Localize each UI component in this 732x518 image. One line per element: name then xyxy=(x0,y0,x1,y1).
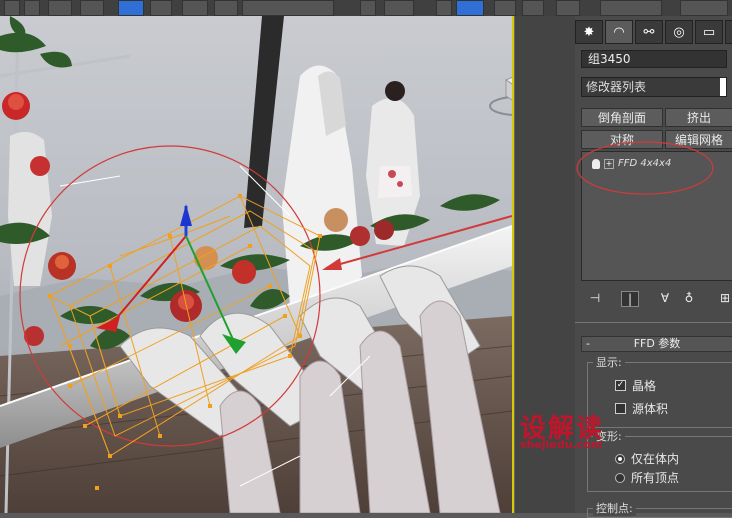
radio-selected-icon xyxy=(615,453,625,464)
checkbox-unchecked-icon xyxy=(615,403,626,414)
display-group-label: 显示: xyxy=(593,354,625,370)
panel-separator xyxy=(575,322,732,323)
only-in-volume-label: 仅在体内 xyxy=(631,452,680,466)
all-vertices-label: 所有顶点 xyxy=(631,471,680,485)
create-tab-icon[interactable]: ✸ xyxy=(575,20,603,44)
display-group xyxy=(587,362,732,428)
extrude-button[interactable]: 挤出 xyxy=(665,108,732,127)
all-vertices-radio[interactable]: 所有顶点 xyxy=(615,469,679,486)
layer-button[interactable] xyxy=(494,0,516,16)
radio-unselected-icon xyxy=(615,472,625,483)
scene-render xyxy=(0,16,512,513)
show-end-result-icon[interactable]: | xyxy=(621,291,639,307)
cursor-icon[interactable] xyxy=(24,0,40,16)
rotate-tool-button[interactable] xyxy=(150,0,172,16)
move-tool-button[interactable] xyxy=(118,0,144,16)
select-tool-button[interactable] xyxy=(4,0,20,16)
site-watermark: 设解读 shejiedu.com xyxy=(520,408,604,451)
configure-sets-icon[interactable]: ⊞ xyxy=(717,291,732,305)
snap-button[interactable] xyxy=(360,0,376,16)
display-tab-icon[interactable]: ▭ xyxy=(695,20,723,44)
ffd-params-rollout-title[interactable]: - FFD 参数 xyxy=(581,336,732,352)
control-points-group-label: 控制点: xyxy=(593,500,636,516)
stack-toolbar: ⊣ | ∀ ♁ ⊞ xyxy=(575,288,732,310)
selection-set-field[interactable] xyxy=(242,0,334,16)
main-toolbar xyxy=(0,0,732,17)
source-volume-checkbox[interactable]: 源体积 xyxy=(615,400,668,417)
watermark-url: shejiedu.com xyxy=(520,438,603,451)
rollout-title-label: FFD 参数 xyxy=(633,337,681,350)
object-name-field[interactable]: 组3450 xyxy=(581,50,727,68)
chevron-down-icon xyxy=(720,78,726,96)
modify-tab-icon[interactable]: ◠ xyxy=(605,20,633,44)
utilities-tab-icon[interactable]: ✎ xyxy=(725,20,732,44)
rect-select-button[interactable] xyxy=(48,0,72,16)
checkbox-checked-icon: ✓ xyxy=(615,380,626,391)
only-in-volume-radio[interactable]: 仅在体内 xyxy=(615,450,679,467)
pin-stack-icon[interactable]: ⊣ xyxy=(587,291,603,305)
window-crossing-button[interactable] xyxy=(80,0,104,16)
mirror-button[interactable] xyxy=(384,0,414,16)
make-unique-icon[interactable]: ∀ xyxy=(657,291,673,305)
modifier-list-label: 修改器列表 xyxy=(586,80,647,94)
render-setup-button[interactable] xyxy=(600,0,662,16)
lattice-label: 晶格 xyxy=(632,379,657,393)
hierarchy-tab-icon[interactable]: ⚯ xyxy=(635,20,663,44)
ref-coord-button[interactable] xyxy=(214,0,238,16)
modifier-list-dropdown[interactable]: 修改器列表 xyxy=(581,77,727,97)
lattice-checkbox[interactable]: ✓ 晶格 xyxy=(615,377,656,394)
render-button[interactable] xyxy=(680,0,728,16)
align-active-button[interactable] xyxy=(456,0,484,16)
spell-check-icon[interactable] xyxy=(556,0,580,16)
remove-modifier-icon[interactable]: ♁ xyxy=(681,291,697,305)
source-volume-label: 源体积 xyxy=(632,402,669,416)
motion-tab-icon[interactable]: ◎ xyxy=(665,20,693,44)
align-button[interactable] xyxy=(436,0,452,16)
curve-editor-button[interactable] xyxy=(522,0,544,16)
annotation-ellipse xyxy=(576,141,714,195)
perspective-viewport[interactable] xyxy=(0,16,514,513)
bevel-profile-button[interactable]: 倒角剖面 xyxy=(581,108,663,127)
scale-tool-button[interactable] xyxy=(182,0,208,16)
